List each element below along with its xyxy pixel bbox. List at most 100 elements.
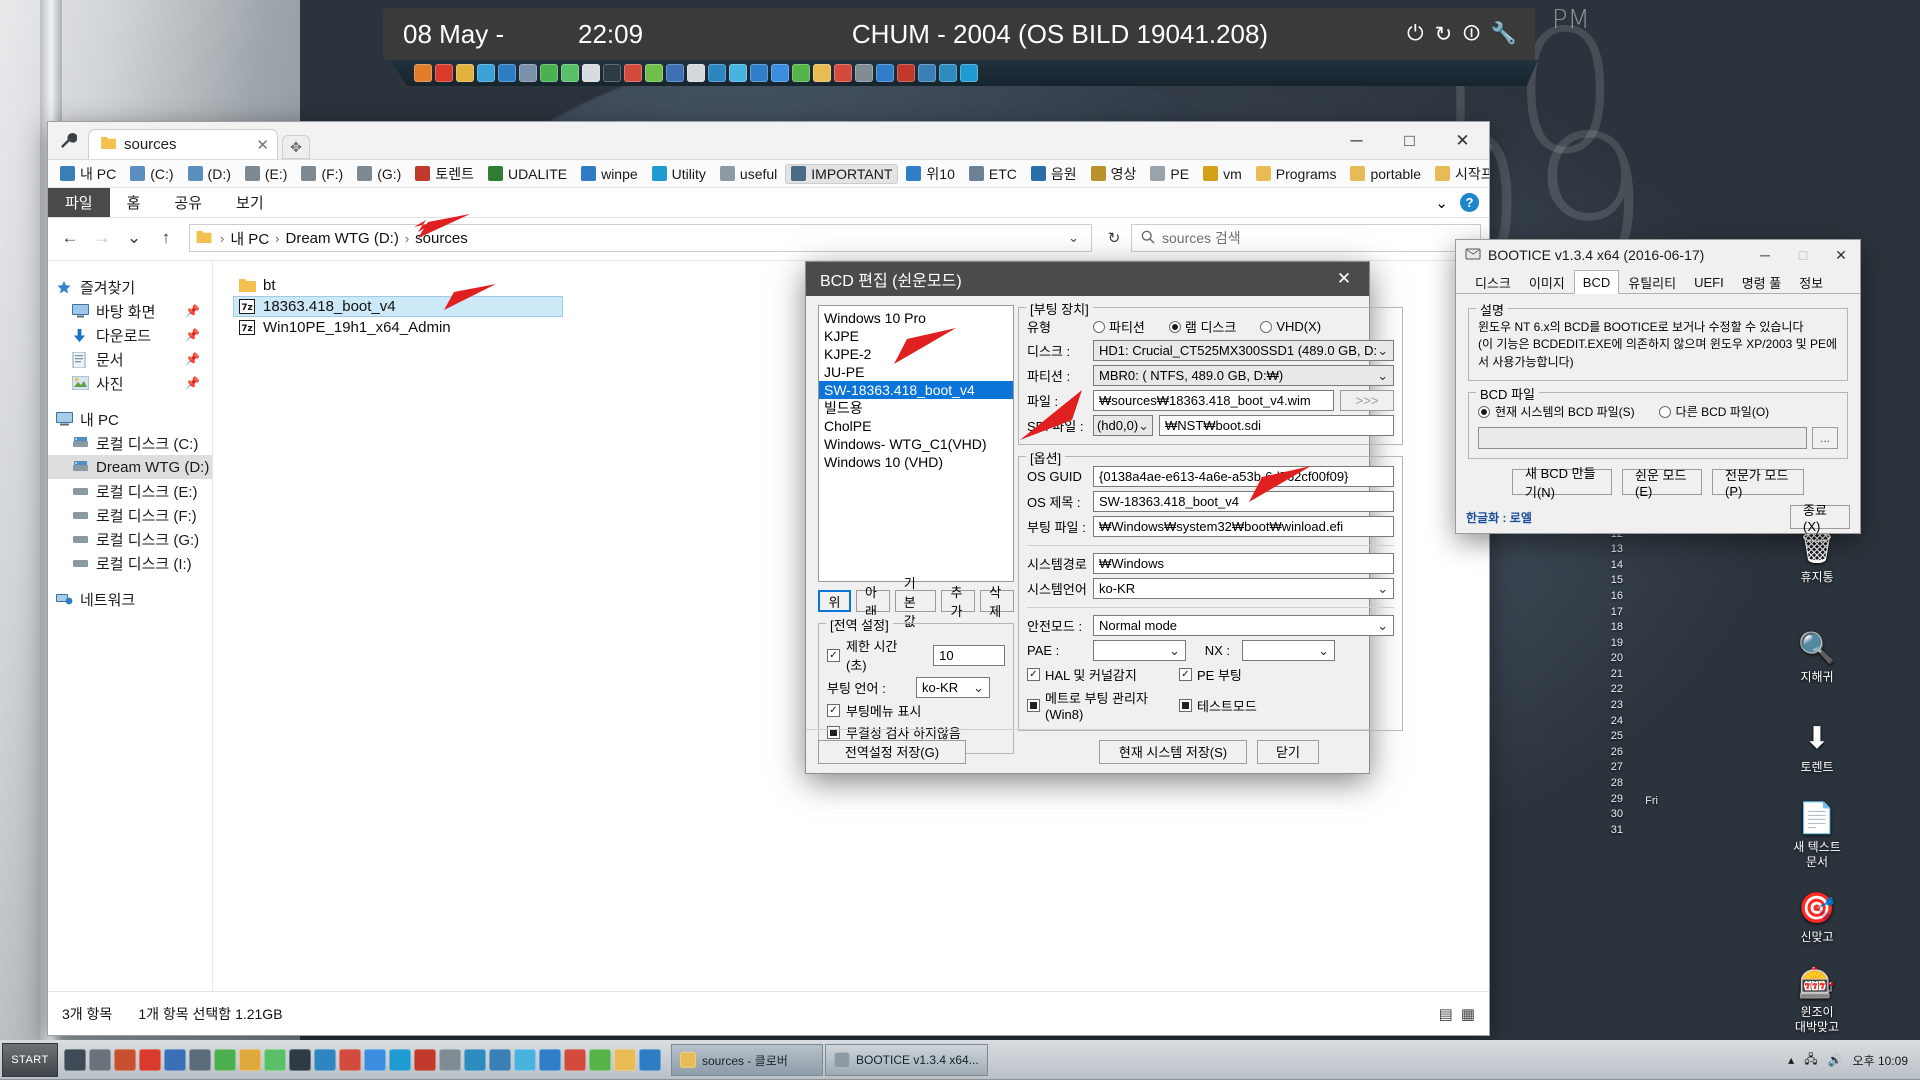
bookmark-ETC[interactable]: ETC bbox=[963, 164, 1023, 184]
desktop-icon[interactable]: 🎯 신맞고 bbox=[1774, 890, 1860, 945]
close-button[interactable]: ✕ bbox=[1436, 122, 1489, 160]
taskbar-pinned-icon[interactable] bbox=[489, 1049, 511, 1071]
pin-icon[interactable]: 📌 bbox=[185, 352, 200, 366]
new-bcd-button[interactable]: 새 BCD 만들기(N) bbox=[1512, 466, 1612, 500]
expert-mode-button[interactable]: 전문가 모드(P) bbox=[1712, 468, 1804, 499]
taskbar-pinned-icon[interactable] bbox=[514, 1049, 536, 1071]
hal-checkbox-row[interactable]: ✓ HAL 및 커널감지 bbox=[1027, 665, 1173, 684]
os-list-button[interactable]: 삭제 bbox=[980, 585, 1015, 619]
sidebar-item-item4[interactable]: 사진 📌 bbox=[48, 371, 212, 395]
quick-launch-icon[interactable] bbox=[603, 64, 621, 82]
os-entry[interactable]: Windows- WTG_C1(VHD) bbox=[819, 435, 1013, 453]
browse-bcd-button[interactable]: ... bbox=[1812, 427, 1838, 450]
sidebar-item-item2[interactable]: 다운로드 📌 bbox=[48, 323, 212, 347]
tab-view[interactable]: 보기 bbox=[219, 188, 281, 217]
tab-file[interactable]: 파일 bbox=[48, 188, 110, 217]
wim-file-input[interactable]: ₩sources₩18363.418_boot_v4.wim bbox=[1093, 390, 1335, 411]
sidebar-item-F[interactable]: 로컬 디스크 (F:) bbox=[48, 503, 212, 527]
up-button[interactable]: ↑ bbox=[152, 224, 180, 252]
other-bcd-radio[interactable] bbox=[1658, 405, 1671, 418]
breadcrumb-dropdown-icon[interactable]: ⌄ bbox=[1062, 230, 1085, 246]
os-entry[interactable]: JU-PE bbox=[819, 363, 1013, 381]
quick-launch-icon[interactable] bbox=[750, 64, 768, 82]
quick-launch-icon[interactable] bbox=[708, 64, 726, 82]
tab-디스크[interactable]: 디스크 bbox=[1466, 272, 1520, 293]
large-icons-view-icon[interactable]: ▦ bbox=[1461, 1005, 1475, 1023]
sidebar-item-item1[interactable]: 바탕 화면 📌 bbox=[48, 299, 212, 323]
quick-launch-icon[interactable] bbox=[897, 64, 915, 82]
taskbar-pinned-icon[interactable] bbox=[164, 1049, 186, 1071]
os-list-button[interactable]: 추가 bbox=[941, 585, 976, 619]
help-icon[interactable]: ? bbox=[1460, 193, 1479, 212]
easy-mode-button[interactable]: 쉰운 모드(E) bbox=[1622, 468, 1702, 499]
bookmark-(D:)[interactable]: (D:) bbox=[182, 164, 237, 184]
sidebar-item-item0[interactable]: 즐겨찾기 bbox=[48, 275, 212, 299]
desktop-icon[interactable]: 🗑 휴지통 bbox=[1774, 530, 1860, 585]
quick-launch-icon[interactable] bbox=[477, 64, 495, 82]
file-list-item[interactable]: bt bbox=[233, 275, 563, 296]
chevron-down-icon[interactable]: ⌄ bbox=[1435, 194, 1448, 212]
os-entry[interactable]: KJPE-2 bbox=[819, 345, 1013, 363]
refresh-icon[interactable]: ↻ bbox=[1435, 22, 1453, 47]
device-type-radio[interactable] bbox=[1093, 320, 1105, 333]
device-type-radio[interactable] bbox=[1260, 320, 1273, 333]
desktop-icon[interactable]: 🎰 윈조이 대박맞고 bbox=[1774, 965, 1860, 1035]
sidebar-item-C[interactable]: 로컬 디스크 (C:) bbox=[48, 431, 212, 455]
breadcrumb-segment[interactable]: sources bbox=[415, 230, 468, 247]
taskbar-pinned-icon[interactable] bbox=[564, 1049, 586, 1071]
os-entry[interactable]: Windows 10 Pro bbox=[819, 309, 1013, 327]
quick-launch-icon[interactable] bbox=[582, 64, 600, 82]
close-icon[interactable]: ✕ bbox=[256, 136, 269, 154]
back-button[interactable]: ← bbox=[56, 224, 84, 252]
disk-select[interactable]: HD1: Crucial_CT525MX300SSD1 (489.0 GB, D… bbox=[1093, 340, 1395, 361]
tab-UEFI[interactable]: UEFI bbox=[1685, 272, 1733, 293]
taskbar-pinned-icon[interactable] bbox=[139, 1049, 161, 1071]
taskbar-pinned-icon[interactable] bbox=[264, 1049, 286, 1071]
sidebar-item-E[interactable]: 로컬 디스크 (E:) bbox=[48, 479, 212, 503]
os-title-input[interactable]: SW-18363.418_boot_v4 bbox=[1093, 491, 1395, 512]
tab-BCD[interactable]: BCD bbox=[1573, 270, 1620, 294]
current-bcd-radio-row[interactable]: 현재 시스템의 BCD 파일(S) bbox=[1478, 403, 1635, 420]
quick-launch-icon[interactable] bbox=[624, 64, 642, 82]
other-bcd-radio-row[interactable]: 다른 BCD 파일(O) bbox=[1658, 403, 1769, 420]
close-dialog-button[interactable]: 닫기 bbox=[1257, 739, 1319, 764]
system-lang-select[interactable]: ko-KR bbox=[1093, 578, 1395, 599]
taskbar-pinned-icon[interactable] bbox=[114, 1049, 136, 1071]
sidebar-item-item3[interactable]: 문서 📌 bbox=[48, 347, 212, 371]
network-icon[interactable]: 🖧 bbox=[1804, 1050, 1817, 1071]
safe-mode-select[interactable]: Normal mode bbox=[1093, 615, 1395, 636]
taskbar-pinned-icon[interactable] bbox=[314, 1049, 336, 1071]
quick-launch-icon[interactable] bbox=[687, 64, 705, 82]
show-boot-menu-checkbox[interactable]: ✓ bbox=[827, 704, 840, 717]
taskbar-pinned-icon[interactable] bbox=[364, 1049, 386, 1071]
details-view-icon[interactable]: ▤ bbox=[1439, 1005, 1453, 1023]
quick-launch-icon[interactable] bbox=[666, 64, 684, 82]
os-entry[interactable]: KJPE bbox=[819, 327, 1013, 345]
taskbar-pinned-icon[interactable] bbox=[464, 1049, 486, 1071]
start-button[interactable]: START bbox=[2, 1043, 58, 1077]
exit-button[interactable]: 종료(X) bbox=[1790, 503, 1850, 534]
metro-checkbox-row[interactable]: 메트로 부팅 관리자(Win8) bbox=[1027, 688, 1173, 722]
taskbar-pinned-icon[interactable] bbox=[389, 1049, 411, 1071]
quick-launch-icon[interactable] bbox=[855, 64, 873, 82]
os-entry[interactable]: CholPE bbox=[819, 417, 1013, 435]
taskbar-task[interactable]: BOOTICE v1.3.4 x64... bbox=[825, 1044, 988, 1076]
save-global-button[interactable]: 전역설정 저장(G) bbox=[818, 739, 966, 764]
quick-launch-icon[interactable] bbox=[876, 64, 894, 82]
device-type-radio[interactable] bbox=[1168, 320, 1181, 333]
os-list-button[interactable]: 기본값 bbox=[894, 576, 937, 629]
quick-launch-icon[interactable] bbox=[435, 64, 453, 82]
tab-명령 풀[interactable]: 명령 풀 bbox=[1733, 272, 1791, 293]
taskbar-pinned-icon[interactable] bbox=[89, 1049, 111, 1071]
nx-select[interactable] bbox=[1242, 640, 1335, 661]
recent-locations-button[interactable]: ⌄ bbox=[120, 224, 148, 252]
save-current-system-button[interactable]: 현재 시스템 저장(S) bbox=[1099, 739, 1247, 764]
power-info-icon[interactable]: ⏻ bbox=[1407, 22, 1424, 47]
bookmark-UDALITE[interactable]: UDALITE bbox=[482, 164, 573, 184]
bookmark-vm[interactable]: vm bbox=[1197, 164, 1248, 184]
new-tab-button[interactable]: ✥ bbox=[282, 135, 310, 159]
breadcrumb-segment[interactable]: Dream WTG (D:) bbox=[286, 230, 399, 247]
minimize-button[interactable]: ─ bbox=[1746, 240, 1784, 270]
bookmark-내 PC[interactable]: 내 PC bbox=[54, 162, 122, 186]
testmode-checkbox[interactable] bbox=[1179, 698, 1192, 712]
